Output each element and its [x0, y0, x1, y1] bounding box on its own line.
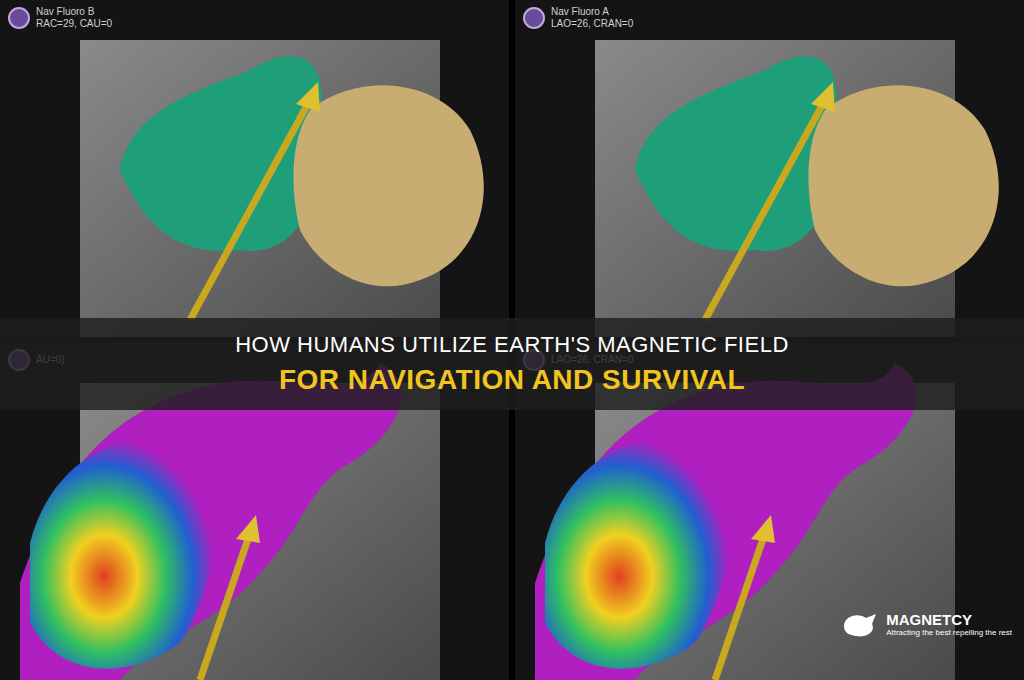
panel-label: RAC=29, CAU=0 [36, 18, 112, 30]
panel-label: LAO=26, CRAN=0 [551, 18, 633, 30]
panel-header: Nav Fluoro BRAC=29, CAU=0 [8, 6, 112, 30]
headline-line: HOW HUMANS UTILIZE EARTH'S MAGNETIC FIEL… [235, 332, 789, 358]
navigation-panel: Nav Fluoro BRAC=29, CAU=0 [0, 0, 509, 337]
heart-model-icon [515, 0, 1024, 337]
heart-model-icon [0, 0, 509, 337]
user-icon [8, 7, 30, 29]
magnet-icon [840, 610, 880, 640]
panel-label: Nav Fluoro A [551, 6, 633, 18]
user-icon [523, 7, 545, 29]
brand-name: MAGNETCY [886, 612, 1012, 629]
navigation-panel: Nav Fluoro ALAO=26, CRAN=0 [515, 0, 1024, 337]
headline-highlight: FOR NAVIGATION AND SURVIVAL [279, 364, 745, 396]
panel-label: Nav Fluoro B [36, 6, 112, 18]
headline-banner: HOW HUMANS UTILIZE EARTH'S MAGNETIC FIEL… [0, 318, 1024, 410]
thumbnail: Nav Fluoro BRAC=29, CAU=0 Nav Fluoro ALAO… [0, 0, 1024, 680]
brand-logo[interactable]: MAGNETCYAttracting the best repelling th… [840, 610, 1012, 640]
panel-header: Nav Fluoro ALAO=26, CRAN=0 [523, 6, 633, 30]
brand-tagline: Attracting the best repelling the rest [886, 629, 1012, 638]
